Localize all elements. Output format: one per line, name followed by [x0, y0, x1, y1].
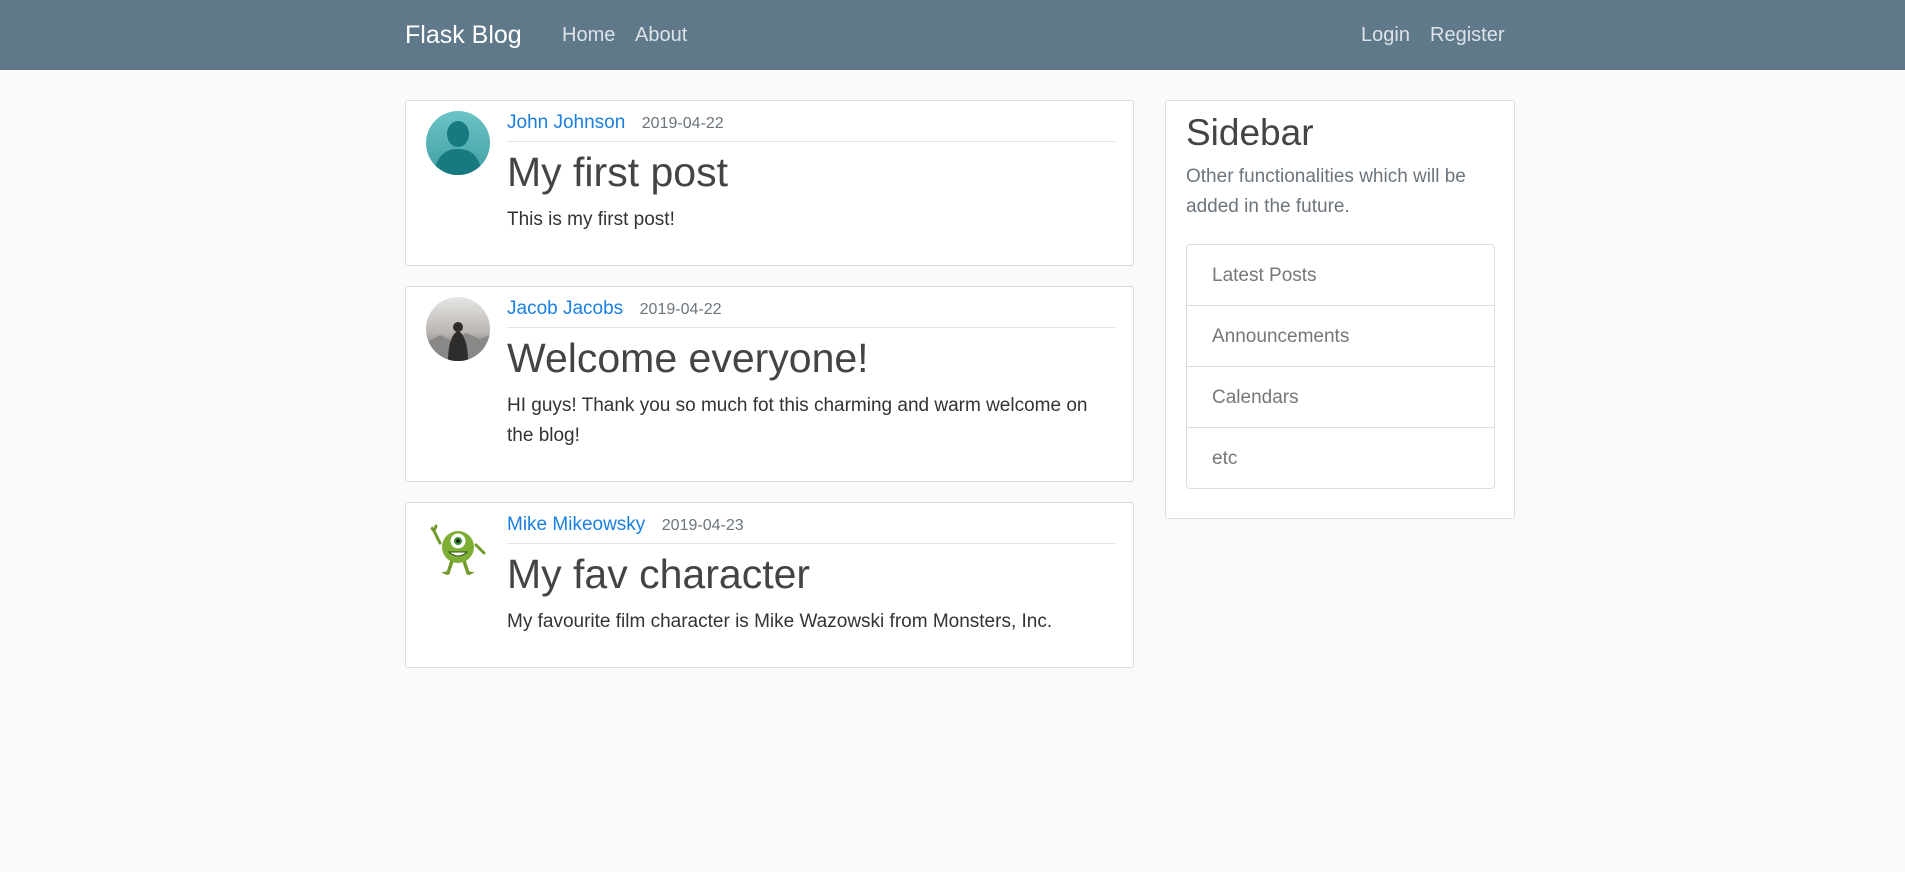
- default-silhouette-avatar: [426, 111, 490, 175]
- nav-login-link[interactable]: Login: [1361, 0, 1410, 70]
- post-content: HI guys! Thank you so much fot this char…: [507, 395, 1088, 446]
- sidebar-item-etc[interactable]: etc: [1187, 428, 1494, 488]
- post-date: 2019-04-22: [641, 115, 724, 132]
- post-title[interactable]: My fav character: [507, 549, 810, 599]
- post-title[interactable]: Welcome everyone!: [507, 333, 869, 383]
- sidebar-item-calendars[interactable]: Calendars: [1187, 367, 1494, 428]
- sidebar-title: Sidebar: [1186, 112, 1314, 153]
- post-title[interactable]: My first post: [507, 147, 728, 197]
- post-author-link[interactable]: John Johnson: [507, 112, 625, 133]
- post-date: 2019-04-23: [661, 517, 744, 534]
- post-card: Jacob Jacobs 2019-04-22 Welcome everyone…: [405, 286, 1134, 482]
- sidebar-item-latest-posts[interactable]: Latest Posts: [1187, 245, 1494, 306]
- post-meta: Jacob Jacobs 2019-04-22: [507, 295, 1115, 328]
- nav-home-link[interactable]: Home: [562, 0, 615, 70]
- post-content: This is my first post!: [507, 209, 675, 230]
- nav-about-link[interactable]: About: [635, 0, 687, 70]
- sidebar-item-announcements[interactable]: Announcements: [1187, 306, 1494, 367]
- post-date: 2019-04-22: [639, 301, 722, 318]
- post-card: John Johnson 2019-04-22 My first post Th…: [405, 100, 1134, 266]
- brand-link[interactable]: Flask Blog: [405, 0, 522, 70]
- post-card: Mike Mikeowsky 2019-04-23 My fav charact…: [405, 502, 1134, 668]
- green-monster-avatar: [426, 513, 490, 577]
- sidebar-description: Other functionalities which will be adde…: [1186, 166, 1466, 217]
- nav-register-link[interactable]: Register: [1430, 0, 1504, 70]
- post-meta: Mike Mikeowsky 2019-04-23: [507, 511, 1115, 544]
- sidebar-list: Latest Posts Announcements Calendars etc: [1186, 244, 1495, 489]
- top-navbar: Flask Blog Home About Login Register: [0, 0, 1905, 70]
- sidebar: Sidebar Other functionalities which will…: [1165, 100, 1515, 519]
- person-in-fog-avatar: [426, 297, 490, 361]
- post-meta: John Johnson 2019-04-22: [507, 109, 1115, 142]
- post-author-link[interactable]: Jacob Jacobs: [507, 298, 623, 319]
- post-author-link[interactable]: Mike Mikeowsky: [507, 514, 645, 535]
- post-content: My favourite film character is Mike Wazo…: [507, 611, 1053, 632]
